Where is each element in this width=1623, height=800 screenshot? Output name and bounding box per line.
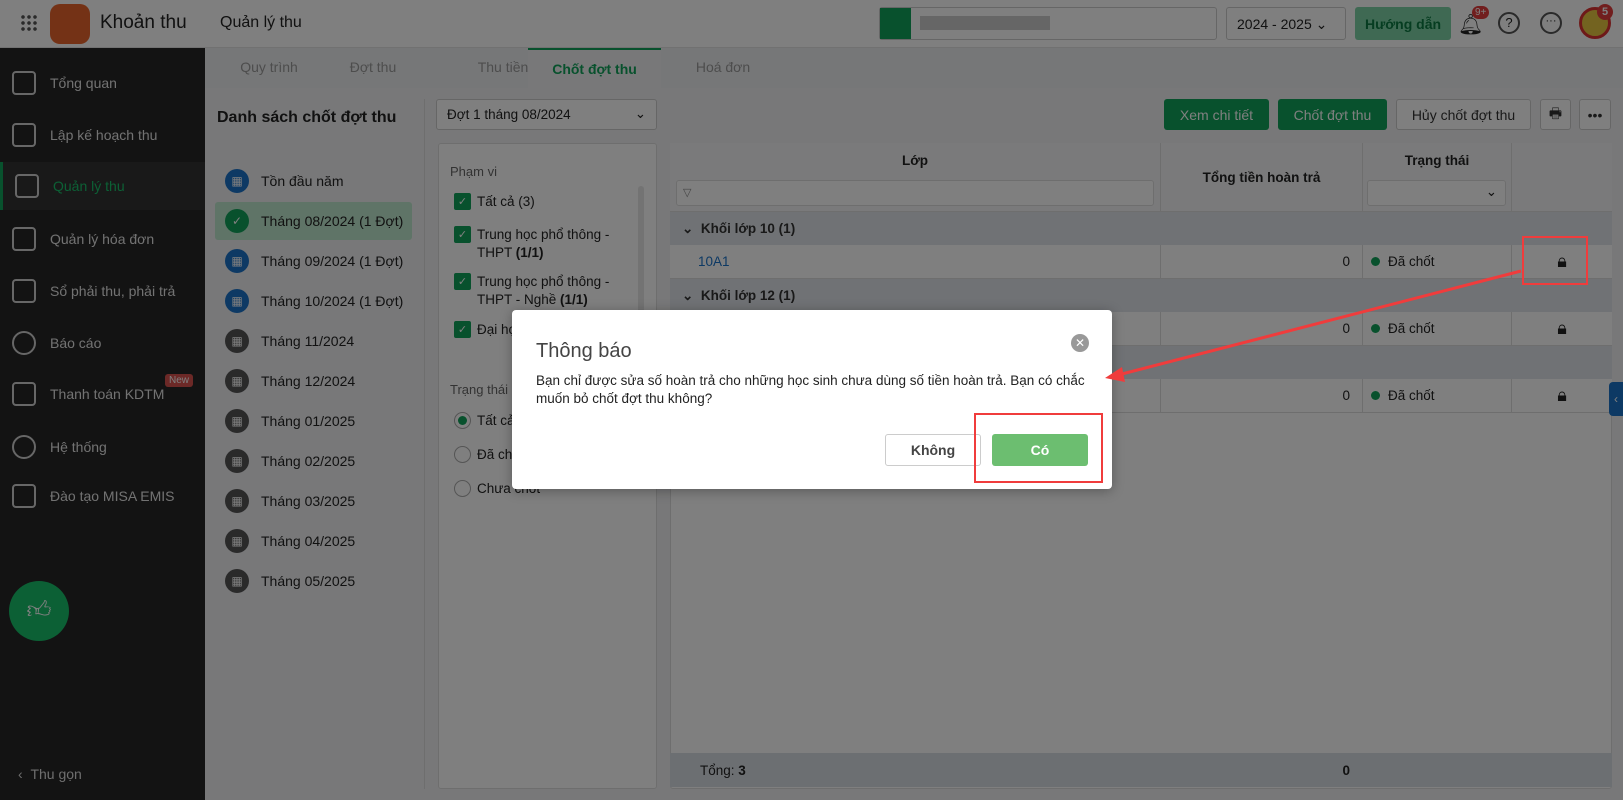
annotation-arrow xyxy=(1105,269,1522,382)
